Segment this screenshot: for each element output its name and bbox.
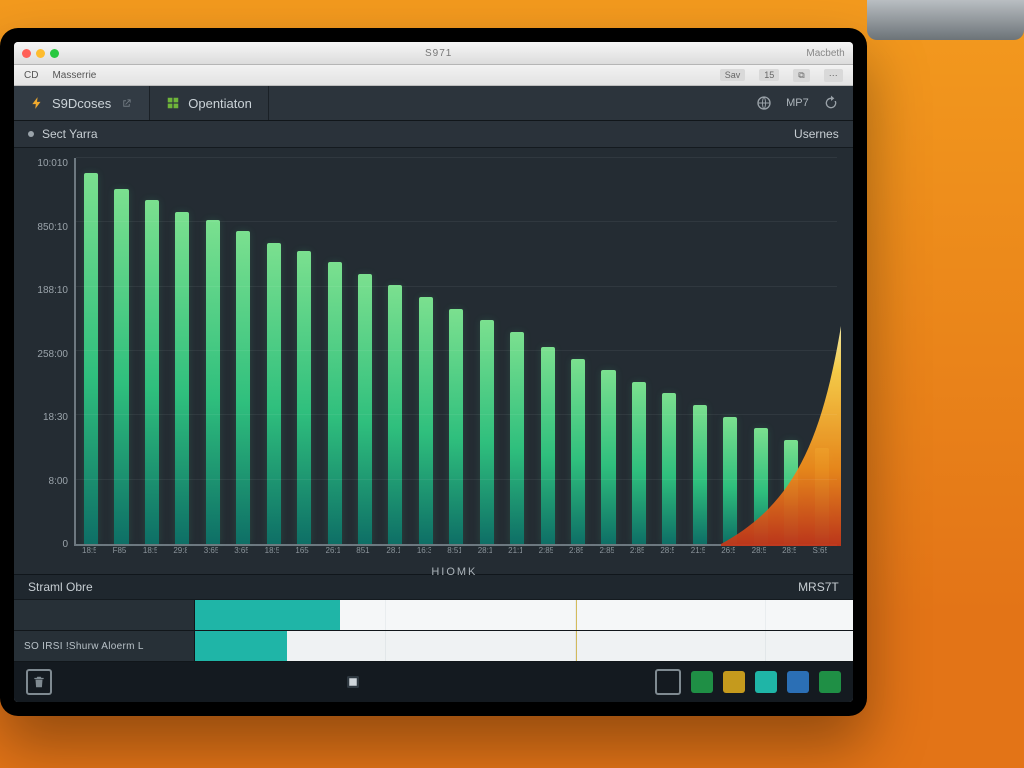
trash-icon[interactable] <box>26 669 52 695</box>
tracks: SO IRSI !Shurw Aloerm L <box>14 600 853 662</box>
panel-title-right: MRS7T <box>798 580 839 594</box>
tab-bar: S9Dcoses Opentiaton MP7 <box>14 86 853 121</box>
globe-icon[interactable] <box>756 95 772 111</box>
menu-chip-sav[interactable]: Sav <box>720 69 746 81</box>
lower-panel: Straml Obre MRS7T SO IRSI !Shurw Aloerm … <box>14 574 853 662</box>
chart-icon[interactable] <box>723 671 745 693</box>
screen: S971 Macbeth CD Masserrie Sav 15 ⧉ ⋯ S9D… <box>14 42 853 702</box>
menu-item-masserrie[interactable]: Masserrie <box>52 70 96 81</box>
chart-bar[interactable] <box>480 320 494 544</box>
tab-primary[interactable]: S9Dcoses <box>14 86 150 120</box>
app-menubar: CD Masserrie Sav 15 ⧉ ⋯ <box>14 65 853 86</box>
chart-bar[interactable] <box>297 251 311 544</box>
chart-bar[interactable] <box>662 393 676 544</box>
display-icon[interactable] <box>655 669 681 695</box>
subheader-right: Usernes <box>794 127 839 141</box>
tab-tools: MP7 <box>756 86 853 120</box>
tool-label: MP7 <box>786 97 809 109</box>
grid-icon <box>166 96 180 110</box>
chart-bar[interactable] <box>541 347 555 544</box>
tab-secondary[interactable]: Opentiaton <box>150 86 269 120</box>
chart-bar[interactable] <box>419 297 433 544</box>
chart-bar[interactable] <box>815 448 829 545</box>
chart-bar[interactable] <box>145 200 159 544</box>
chart-area: 10:010850:10188:10258:0018:308:000 <box>14 148 853 574</box>
chart-bar[interactable] <box>114 189 128 544</box>
monitor-frame: S971 Macbeth CD Masserrie Sav 15 ⧉ ⋯ S9D… <box>0 28 867 716</box>
chart-bars <box>84 158 829 544</box>
chart-bar[interactable] <box>754 428 768 544</box>
menu-item-cd[interactable]: CD <box>24 70 38 81</box>
subheader-left: Sect Yarra <box>42 127 98 141</box>
y-axis-labels: 10:010850:10188:10258:0018:308:000 <box>20 158 68 550</box>
track-2-label: SO IRSI !Shurw Aloerm L <box>14 631 195 661</box>
refresh-icon[interactable] <box>823 95 839 111</box>
external-icon <box>119 96 133 110</box>
minimize-icon[interactable] <box>36 49 45 58</box>
os-title: S971 <box>71 48 806 59</box>
bolt-icon <box>30 96 44 110</box>
terminal-green-icon[interactable] <box>691 671 713 693</box>
menu-chip-more[interactable]: ⋯ <box>824 69 843 82</box>
app-body: S9Dcoses Opentiaton MP7 <box>14 86 853 702</box>
x-axis-labels: 18:55F8518:5329:83:653:6518:516526:18512… <box>82 546 827 564</box>
bullet-icon <box>28 131 34 137</box>
app-icon[interactable] <box>342 671 364 693</box>
monitor-stand <box>867 0 1024 40</box>
tab-secondary-label: Opentiaton <box>188 96 252 111</box>
chart-plot <box>74 158 837 546</box>
window-controls[interactable] <box>22 49 59 58</box>
track-2-fill <box>195 631 287 661</box>
window-green-icon[interactable] <box>819 671 841 693</box>
chart-bar[interactable] <box>358 274 372 544</box>
chart-bar[interactable] <box>328 262 342 544</box>
track-row-2[interactable]: SO IRSI !Shurw Aloerm L <box>14 631 853 662</box>
chart-bar[interactable] <box>693 405 707 544</box>
chart-bar[interactable] <box>571 359 585 544</box>
chart-bar[interactable] <box>84 173 98 544</box>
os-right-label: Macbeth <box>806 48 844 59</box>
chart-bar[interactable] <box>267 243 281 544</box>
zoom-icon[interactable] <box>50 49 59 58</box>
taskbar <box>14 662 853 702</box>
tab-primary-label: S9Dcoses <box>52 96 111 111</box>
x-axis-title: HIOMK <box>74 566 835 578</box>
chart-bar[interactable] <box>601 370 615 544</box>
sub-header: Sect Yarra Usernes <box>14 121 853 148</box>
chart-bar[interactable] <box>784 440 798 544</box>
panel-title-left: Straml Obre <box>28 580 93 594</box>
track-row-1[interactable] <box>14 600 853 631</box>
track-1-fill <box>195 600 340 630</box>
menu-chip-15[interactable]: 15 <box>759 69 779 81</box>
monitor-teal-icon[interactable] <box>755 671 777 693</box>
close-icon[interactable] <box>22 49 31 58</box>
track-1-label <box>14 600 195 630</box>
chart-bar[interactable] <box>175 212 189 544</box>
chart-bar[interactable] <box>632 382 646 544</box>
chart-bar[interactable] <box>236 231 250 544</box>
window-blue-icon[interactable] <box>787 671 809 693</box>
chart-bar[interactable] <box>510 332 524 544</box>
chart-bar[interactable] <box>206 220 220 544</box>
os-titlebar: S971 Macbeth <box>14 42 853 65</box>
chart-bar[interactable] <box>723 417 737 544</box>
chart-bar[interactable] <box>449 309 463 544</box>
menu-chip-box[interactable]: ⧉ <box>793 69 809 82</box>
